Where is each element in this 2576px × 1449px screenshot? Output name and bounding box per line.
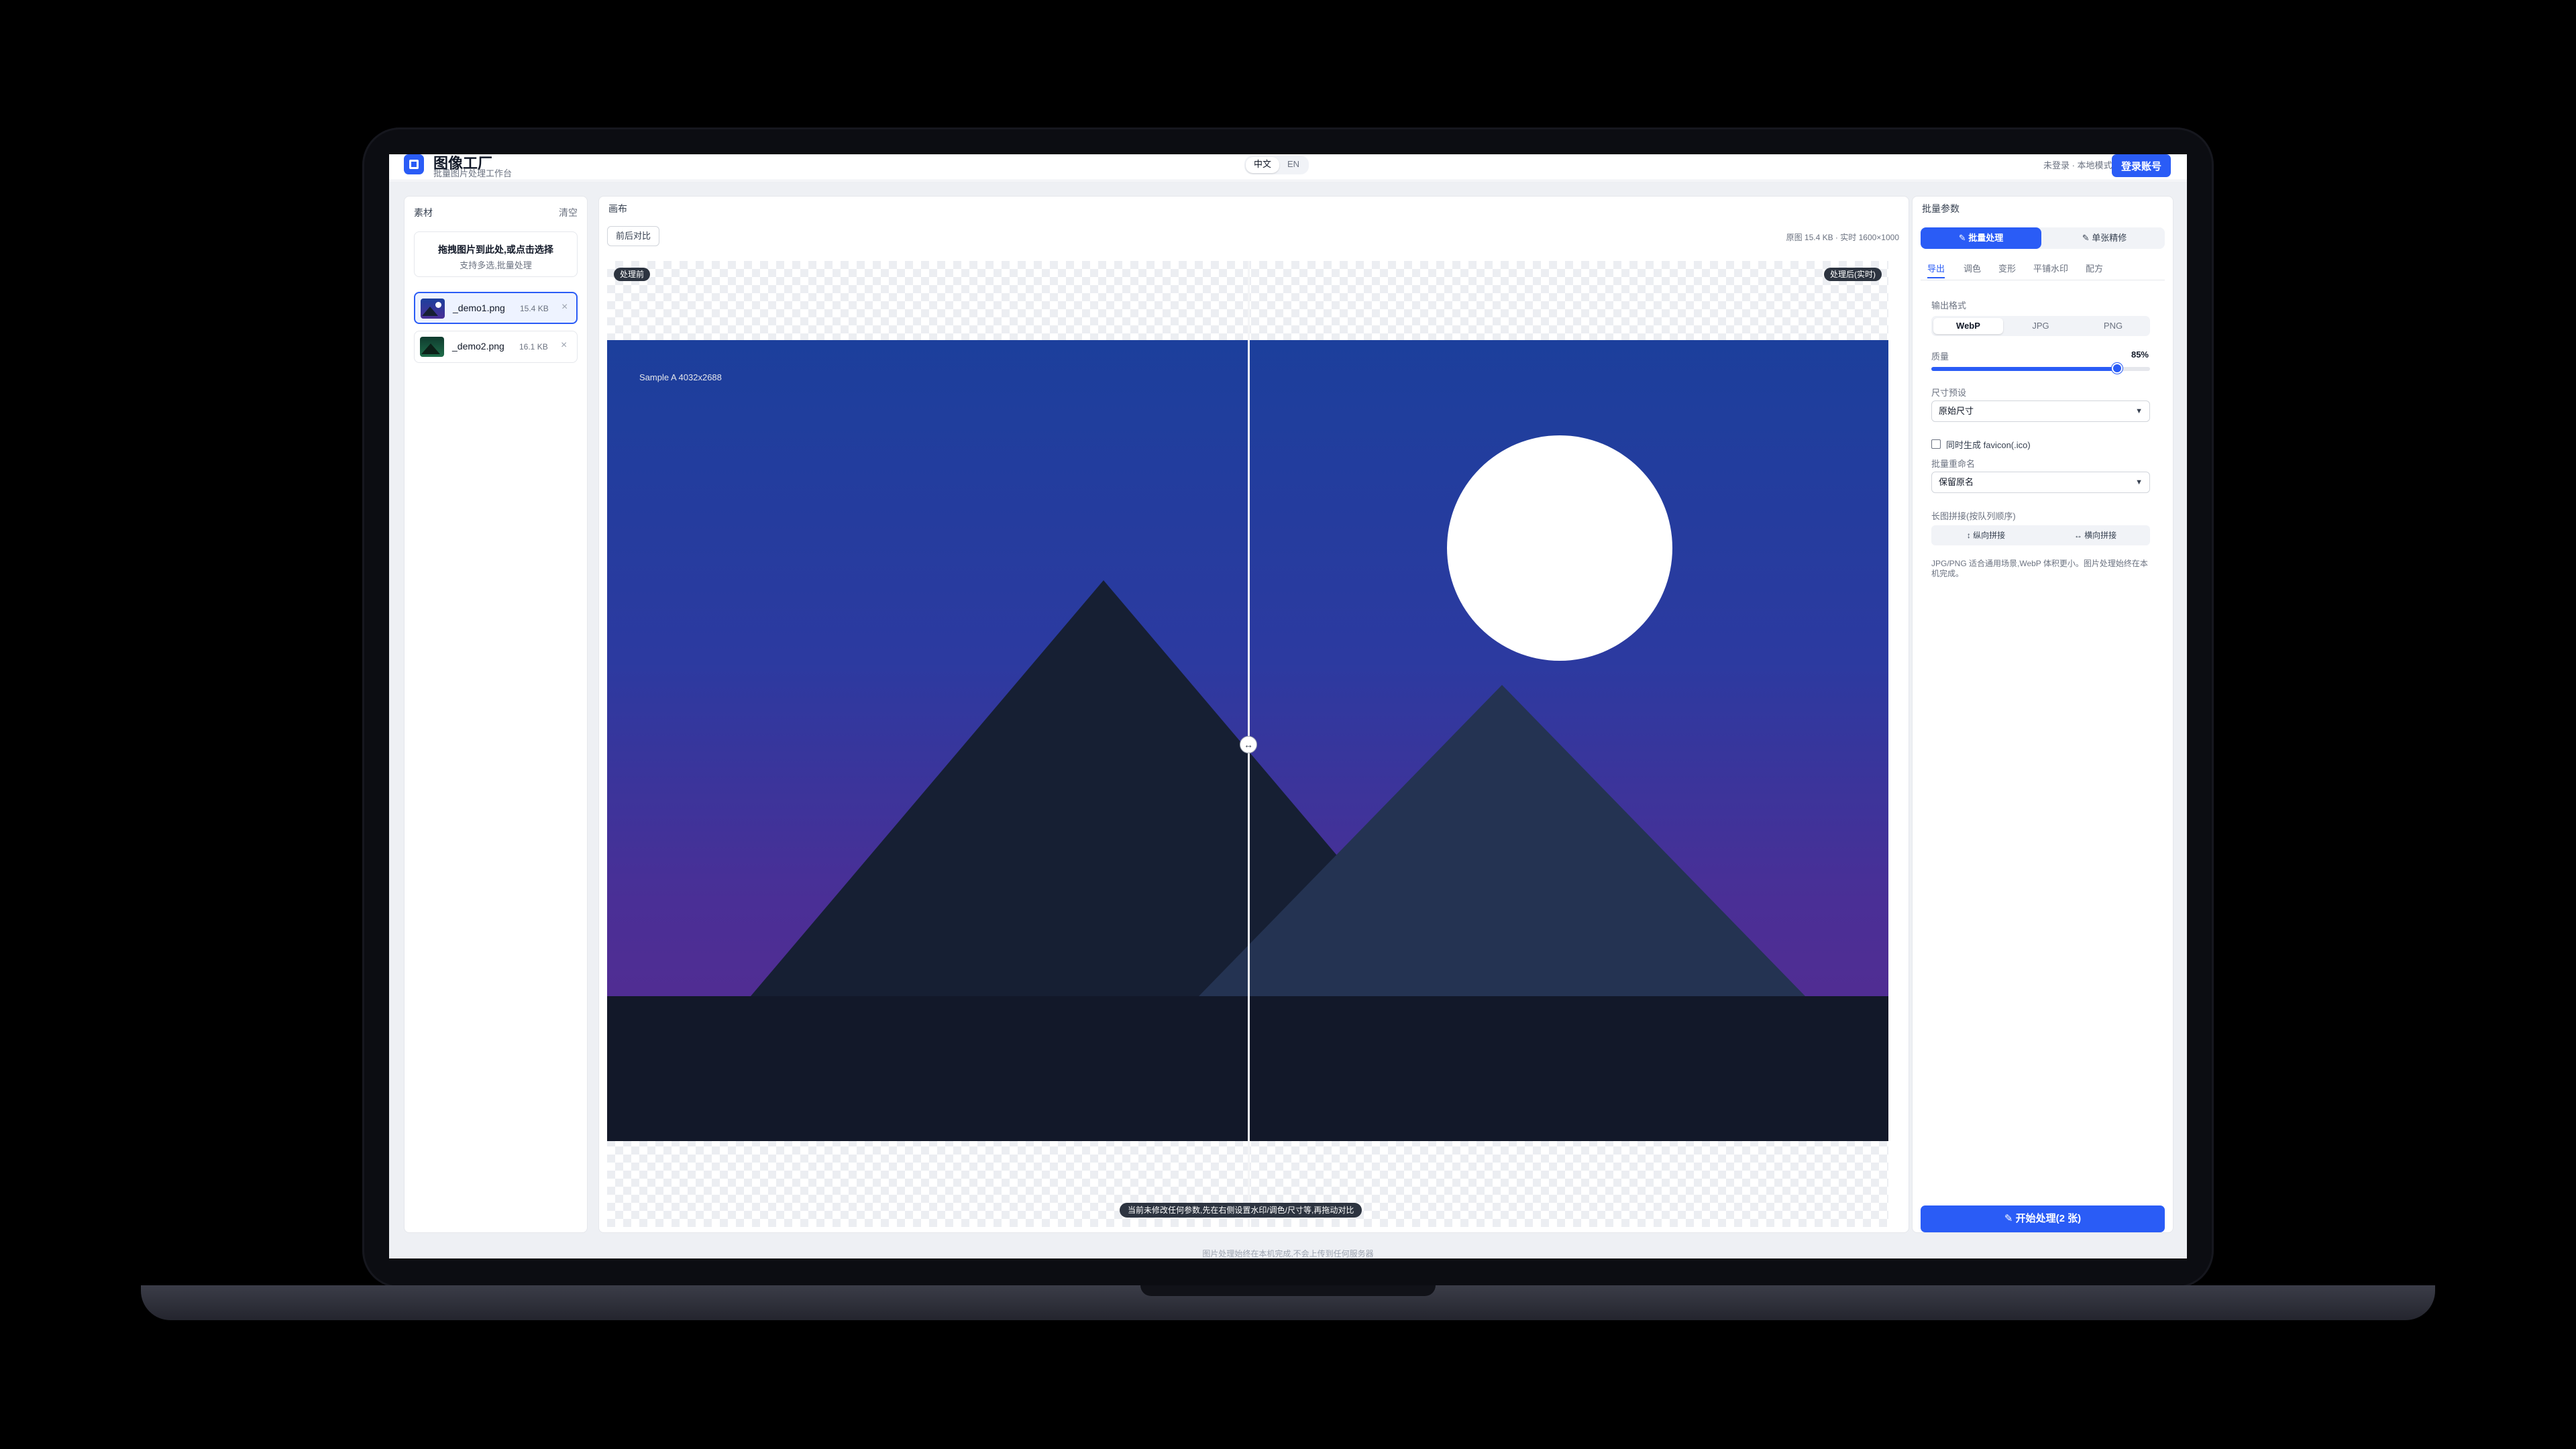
quality-value: 85%: [2131, 350, 2149, 360]
params-title: 批量参数: [1922, 203, 1960, 214]
assets-panel: 素材 清空 拖拽图片到此处,或点击选择 支持多选,批量处理 _demo1.png…: [404, 196, 588, 1233]
format-jpg[interactable]: JPG: [2006, 318, 2076, 334]
app-screen: 图像工厂 批量图片处理工作台 中文 EN 未登录 · 本地模式 登录账号 素材 …: [389, 154, 2187, 1258]
app-subtitle: 批量图片处理工作台: [433, 168, 513, 178]
lang-option-en[interactable]: EN: [1279, 157, 1307, 173]
tab-transform[interactable]: 变形: [1998, 261, 2016, 277]
chevron-down-icon: ▼: [2135, 407, 2143, 415]
tab-recipe[interactable]: 配方: [2086, 261, 2103, 277]
format-label: 输出格式: [1931, 301, 1967, 311]
rename-select[interactable]: 保留原名 ▼: [1931, 472, 2150, 493]
lang-option-zh[interactable]: 中文: [1246, 157, 1280, 173]
file-name: _demo2.png: [452, 341, 504, 352]
merge-label: 长图拼接(按队列顺序): [1931, 511, 2016, 521]
file-name: _demo1.png: [453, 303, 505, 313]
favicon-checkbox[interactable]: [1931, 439, 1941, 449]
rename-label: 批量重命名: [1931, 459, 1976, 469]
size-select[interactable]: 原始尺寸 ▼: [1931, 400, 2150, 422]
rename-select-value: 保留原名: [1939, 477, 1974, 487]
drop-subtitle: 支持多选,批量处理: [460, 260, 532, 270]
login-status: 未登录 · 本地模式: [2043, 160, 2112, 170]
favicon-label: 同时生成 favicon(.ico): [1946, 440, 2031, 450]
drop-title: 拖拽图片到此处,或点击选择: [438, 244, 553, 255]
login-button[interactable]: 登录账号: [2112, 154, 2171, 177]
mode-batch-button[interactable]: ✎ 批量处理: [1921, 227, 2041, 249]
compare-toggle-button[interactable]: 前后对比: [607, 226, 660, 246]
quality-slider-fill: [1931, 367, 2118, 371]
top-bar: 图像工厂 批量图片处理工作台 中文 EN 未登录 · 本地模式 登录账号: [389, 154, 2187, 180]
quality-label: 质量: [1931, 352, 1949, 362]
app-logo-icon: [404, 154, 424, 174]
footer-note: 图片处理始终在本机完成,不会上传到任何服务器: [1202, 1249, 1374, 1258]
tab-color[interactable]: 调色: [1964, 261, 1981, 277]
mode-switch: ✎ 批量处理 ✎ 单张精修: [1921, 227, 2165, 249]
start-process-button[interactable]: ✎ 开始处理(2 张): [1921, 1205, 2165, 1232]
quality-slider[interactable]: [1931, 363, 2150, 374]
tab-export[interactable]: 导出: [1927, 261, 1945, 278]
mountain-right-shape: [1199, 685, 1805, 996]
assets-title: 素材: [414, 207, 433, 218]
image-thumbnail-icon: [420, 337, 444, 357]
image-thumbnail-icon: [421, 299, 445, 319]
canvas-title: 画布: [608, 203, 627, 214]
after-tag: 处理后(实时): [1824, 268, 1882, 281]
compare-handle-icon[interactable]: ↔: [1240, 736, 1257, 753]
remove-file-icon[interactable]: ×: [561, 301, 568, 313]
language-switch: 中文 EN: [1244, 156, 1309, 174]
moon-shape: [1447, 435, 1672, 661]
laptop-notch: [1140, 1285, 1436, 1296]
preview-canvas[interactable]: Sample A 4032x2688 处理前 处理后(实时) ↔ 当前未修改任何…: [607, 261, 1888, 1227]
mode-single-button[interactable]: ✎ 单张精修: [2044, 227, 2165, 249]
tab-watermark[interactable]: 平铺水印: [2033, 261, 2068, 277]
drop-zone[interactable]: 拖拽图片到此处,或点击选择 支持多选,批量处理: [414, 231, 578, 277]
before-tag: 处理前: [614, 268, 651, 281]
image-meta: 原图 15.4 KB · 实时 1600×1000: [1786, 233, 1899, 242]
file-item[interactable]: _demo1.png 15.4 KB ×: [414, 292, 578, 324]
merge-options: ↕ 纵向拼接 ↔ 横向拼接: [1931, 525, 2150, 545]
file-size: 15.4 KB: [520, 304, 549, 313]
params-panel: 批量参数 ✎ 批量处理 ✎ 单张精修 导出 调色 变形 平铺水印 配方 输出格式…: [1912, 196, 2174, 1233]
quality-slider-knob[interactable]: [2112, 363, 2123, 374]
size-label: 尺寸预设: [1931, 388, 1967, 398]
image-caption: Sample A 4032x2688: [639, 372, 722, 382]
file-item[interactable]: _demo2.png 16.1 KB ×: [414, 331, 578, 363]
canvas-panel: 画布 前后对比 原图 15.4 KB · 实时 1600×1000 Sample…: [598, 196, 1909, 1233]
clear-button[interactable]: 清空: [559, 206, 578, 219]
format-selector: WebP JPG PNG: [1931, 316, 2150, 336]
hint-message: 当前未修改任何参数,先在右侧设置水印/调色/尺寸等,再拖动对比: [1120, 1203, 1362, 1218]
settings-tabs: 导出 调色 变形 平铺水印 配方: [1921, 261, 2165, 280]
size-select-value: 原始尺寸: [1939, 406, 1974, 416]
chevron-down-icon: ▼: [2135, 478, 2143, 486]
merge-vertical-button[interactable]: ↕ 纵向拼接: [1931, 525, 2041, 545]
remove-file-icon[interactable]: ×: [561, 339, 567, 352]
format-png[interactable]: PNG: [2078, 318, 2148, 334]
merge-horizontal-button[interactable]: ↔ 横向拼接: [2041, 525, 2150, 545]
file-size: 16.1 KB: [519, 342, 548, 352]
format-webp[interactable]: WebP: [1933, 318, 2003, 334]
format-note: JPG/PNG 适合通用场景,WebP 体积更小。图片处理始终在本机完成。: [1931, 559, 2148, 578]
